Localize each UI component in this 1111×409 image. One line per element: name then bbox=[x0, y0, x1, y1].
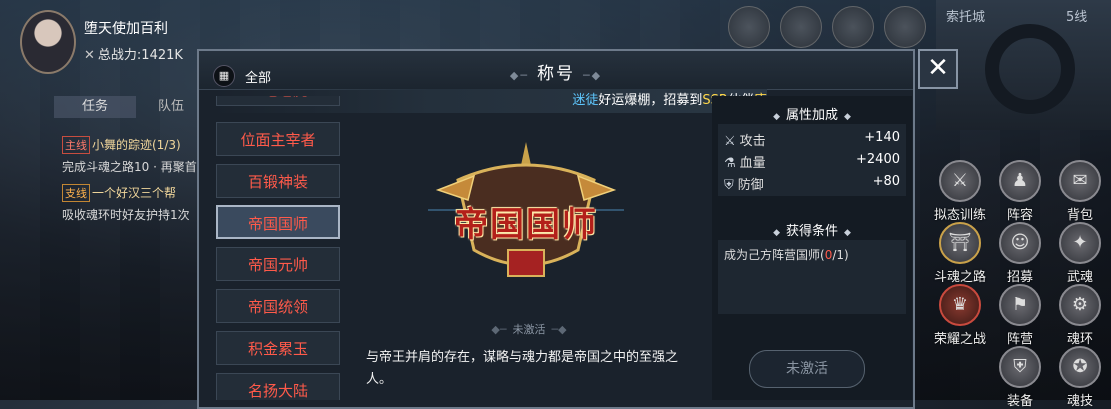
flag-icon: ⚑ bbox=[999, 284, 1041, 326]
attribute-stats: ⚔ 攻击 +140 ⚗ 血量 +2400 ⛨ 防御 +80 bbox=[718, 124, 906, 196]
title-item[interactable]: 金毛老虎 bbox=[216, 96, 340, 106]
title-item[interactable]: 帝国统领 bbox=[216, 289, 340, 323]
shop-icon[interactable] bbox=[884, 6, 926, 48]
power-display: ✕ 总战力:1421K bbox=[84, 44, 183, 63]
lineup-icon: ♟ bbox=[999, 160, 1041, 202]
side-button-lineup[interactable]: ♟ 阵容 bbox=[994, 160, 1046, 223]
side-button-soul-ring[interactable]: ⚙ 魂环 bbox=[1054, 284, 1106, 347]
power-value: 1421K bbox=[141, 48, 183, 63]
quest-title: 一个好汉三个帮 bbox=[92, 186, 177, 200]
close-button[interactable]: ✕ bbox=[918, 49, 958, 89]
diamond-icon: ◆ bbox=[844, 112, 851, 122]
crown-icon: ♛ bbox=[939, 284, 981, 326]
quest-tag: 主线 bbox=[62, 136, 90, 154]
power-label: 总战力: bbox=[97, 48, 142, 63]
quest-side[interactable]: 支线 一个好汉三个帮 吸收魂环时好友护持1次 bbox=[62, 184, 190, 223]
condition-box: 成为己方阵营国师(0/1) bbox=[718, 240, 906, 314]
ring-icon: ⚙ bbox=[1059, 284, 1101, 326]
modal-header: ▦ 全部 ◆─ 称号 ─◆ bbox=[199, 51, 913, 90]
tab-task[interactable]: 任务 bbox=[54, 96, 136, 118]
modal-title: ◆─ 称号 ─◆ bbox=[509, 64, 603, 84]
side-button-faction[interactable]: ⚑ 阵营 bbox=[994, 284, 1046, 347]
title-item[interactable]: 百锻神装 bbox=[216, 164, 340, 198]
title-item[interactable]: 积金累玉 bbox=[216, 331, 340, 365]
quest-title: 小舞的踪迹(1/3) bbox=[92, 138, 181, 152]
training-icon: ⚔ bbox=[939, 160, 981, 202]
player-card[interactable]: 堕天使加百利 ✕ 总战力:1421K bbox=[6, 4, 196, 78]
player-name: 堕天使加百利 bbox=[84, 21, 168, 37]
potion-icon: ⚗ bbox=[724, 156, 736, 171]
title-attributes-pane: ◆ 属性加成 ◆ ⚔ 攻击 +140 ⚗ 血量 +2400 ⛨ 防御 +80 ◆ 获得条件 ◆ 成为… bbox=[712, 96, 912, 400]
ornament-left-icon: ◆─ bbox=[491, 323, 507, 336]
tab-team[interactable]: 队伍 bbox=[158, 96, 184, 118]
title-list[interactable]: 金毛老虎 位面主宰者 百锻神装 帝国国师 帝国元帅 帝国统领 积金累玉 名扬大陆 bbox=[216, 96, 342, 400]
side-button-bag[interactable]: ✉ 背包 bbox=[1054, 160, 1106, 223]
ornament-right-icon: ─◆ bbox=[583, 69, 603, 82]
stat-attack: ⚔ 攻击 +140 bbox=[724, 130, 900, 149]
title-item[interactable]: 名扬大陆 bbox=[216, 373, 340, 400]
stat-defense: ⛨ 防御 +80 bbox=[724, 174, 900, 193]
map-line: 5线 bbox=[1066, 10, 1088, 25]
title-item[interactable]: 位面主宰者 bbox=[216, 122, 340, 156]
stat-hp: ⚗ 血量 +2400 bbox=[724, 152, 900, 171]
title-status: ◆─ 未激活 ─◆ bbox=[491, 323, 567, 336]
quest-desc: 吸收魂环时好友护持1次 bbox=[62, 208, 190, 222]
shield-icon: ⛨ bbox=[724, 178, 734, 193]
side-menu: ⚔ 拟态训练 ♟ 阵容 ✉ 背包 ⛩ 斗魂之路 ☺ 招募 ✦ 武魂 ♛ 荣耀之战 ⚑ 阵营 ⚙ 魂… bbox=[930, 160, 1111, 409]
sword-icon: ⚔ bbox=[724, 134, 736, 149]
quest-desc: 完成斗魂之路10 · 再聚首 bbox=[62, 160, 197, 174]
quest-tag: 支线 bbox=[62, 184, 90, 202]
badge-text: 帝国国师 bbox=[454, 205, 598, 245]
ornament-right-icon: ─◆ bbox=[551, 323, 567, 336]
diamond-icon: ◆ bbox=[773, 228, 780, 238]
quest-main[interactable]: 主线 小舞的踪迹(1/3) 完成斗魂之路10 · 再聚首 bbox=[62, 136, 197, 175]
side-button-glory-battle[interactable]: ♛ 荣耀之战 bbox=[934, 284, 986, 347]
side-button-recruit[interactable]: ☺ 招募 bbox=[994, 222, 1046, 285]
side-button-soul-road[interactable]: ⛩ 斗魂之路 bbox=[934, 222, 986, 285]
side-button-training[interactable]: ⚔ 拟态训练 bbox=[934, 160, 986, 223]
title-description: 与帝王并肩的存在，谋略与魂力都是帝国之中的至强之人。 bbox=[366, 350, 679, 387]
recruit-icon: ☺ bbox=[999, 222, 1041, 264]
soul-icon: ✦ bbox=[1059, 222, 1101, 264]
armor-icon: ⛨ bbox=[999, 346, 1041, 388]
ornament-left-icon: ◆─ bbox=[509, 69, 529, 82]
side-button-martial-soul[interactable]: ✦ 武魂 bbox=[1054, 222, 1106, 285]
gift-icon[interactable] bbox=[832, 6, 874, 48]
condition-heading: ◆ 获得条件 ◆ bbox=[773, 224, 851, 239]
activate-button[interactable]: 未激活 bbox=[749, 350, 865, 388]
diamond-icon: ◆ bbox=[844, 228, 851, 238]
map-location: 索托城 bbox=[946, 10, 986, 25]
minimap-ring bbox=[985, 24, 1075, 114]
skill-icon: ✪ bbox=[1059, 346, 1101, 388]
event-icon[interactable] bbox=[728, 6, 770, 48]
bag-icon: ✉ bbox=[1059, 160, 1101, 202]
gate-icon: ⛩ bbox=[939, 222, 981, 264]
title-item-selected[interactable]: 帝国国师 bbox=[216, 205, 340, 239]
avatar[interactable] bbox=[20, 10, 76, 74]
diamond-icon: ◆ bbox=[773, 112, 780, 122]
task-tabs: 任务 队伍 bbox=[54, 96, 204, 118]
trophy-icon[interactable] bbox=[780, 6, 822, 48]
crossed-swords-icon: ✕ bbox=[84, 48, 95, 63]
title-detail: 帝国国师 ◆─ 未激活 ─◆ 与帝王并肩的存在，谋略与魂力都是帝国之中的至强之人。 bbox=[348, 115, 710, 400]
title-item[interactable]: 帝国元帅 bbox=[216, 247, 340, 281]
attributes-heading: ◆ 属性加成 ◆ bbox=[773, 108, 851, 123]
